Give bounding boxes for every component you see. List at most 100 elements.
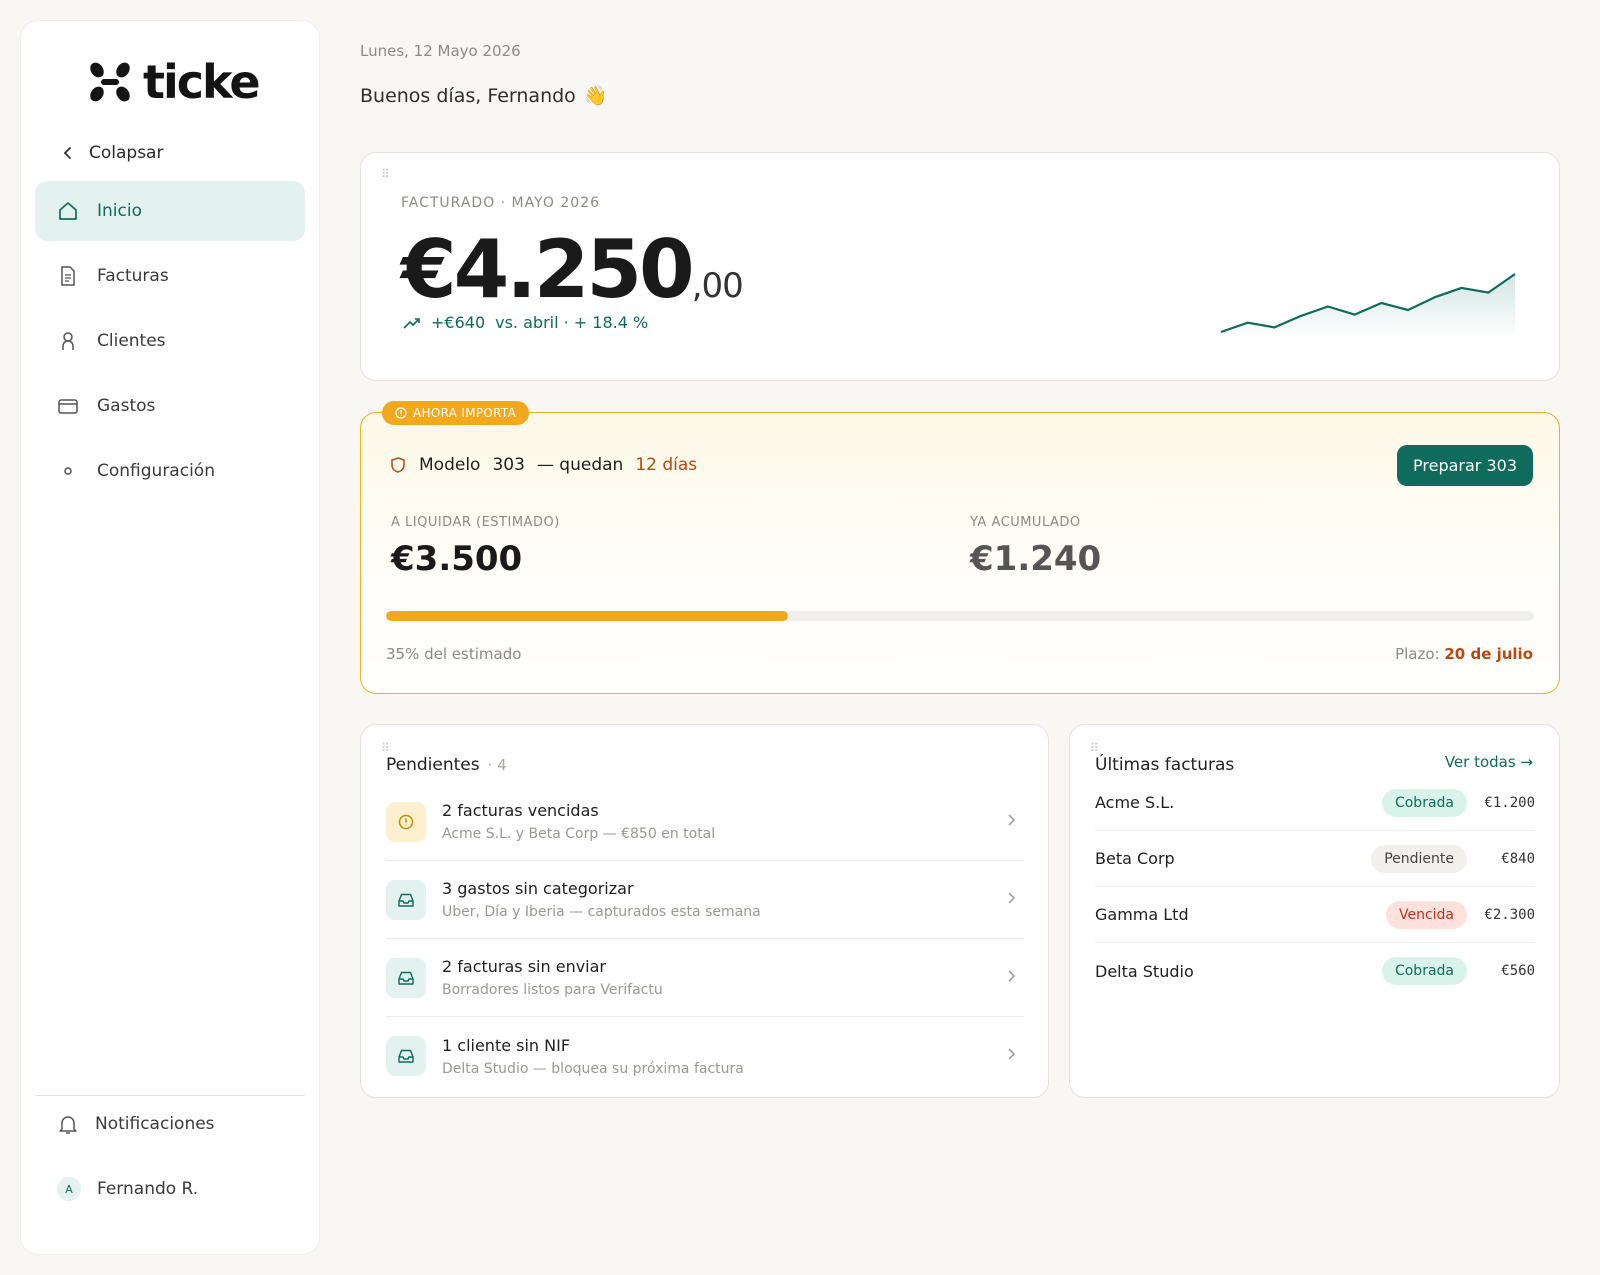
sidebar-item-gastos[interactable]: Gastos	[35, 376, 305, 436]
invoices-card: ⠿ Últimas facturas Ver todas → Acme S.L.…	[1069, 724, 1560, 1098]
revenue-delta: +€640 vs. abril · + 18.4 %	[403, 313, 648, 332]
pending-title-text: Pendientes	[386, 755, 480, 775]
notifications-label: Notificaciones	[95, 1114, 215, 1134]
pending-list: 2 facturas vencidas Acme S.L. y Beta Cor…	[386, 783, 1024, 1095]
inbox-icon	[386, 1036, 426, 1076]
user-menu[interactable]: A Fernando R.	[57, 1177, 198, 1201]
dot-icon	[64, 467, 72, 475]
status-badge: Cobrada	[1381, 957, 1467, 985]
revenue-label: FACTURADO · MAYO 2026	[401, 195, 601, 211]
tax-progress-bar	[386, 611, 1534, 621]
tax-days-left: 12 días	[635, 455, 698, 475]
pending-item-sub: Acme S.L. y Beta Corp — €850 en total	[442, 826, 716, 842]
inbox-icon	[386, 957, 426, 998]
pending-item-sub: Uber, Día y Iberia — capturados esta sem…	[442, 904, 761, 920]
accumulated-label: YA ACUMULADO	[970, 515, 1081, 530]
pending-item-sub: Delta Studio — bloquea su próxima factur…	[442, 1060, 744, 1077]
pending-item-sub: Borradores listos para Verifactu	[442, 982, 663, 998]
sparkline-area	[1221, 274, 1515, 338]
tax-title: Modelo 303 — quedan 12 días	[389, 455, 697, 475]
chevron-right-icon	[1008, 892, 1016, 904]
pending-count: · 4	[487, 756, 507, 774]
prepare-303-button[interactable]: Preparar 303	[1397, 445, 1533, 486]
revenue-delta-amount: +€640	[431, 313, 486, 332]
sidebar-item-clientes[interactable]: Clientes	[35, 311, 305, 371]
list-item[interactable]: 1 cliente sin NIF Delta Studio — bloquea…	[386, 1017, 1024, 1095]
sidebar-item-label: Configuración	[97, 461, 215, 481]
user-name: Fernando R.	[97, 1179, 199, 1199]
invoice-client: Beta Corp	[1095, 849, 1175, 868]
revenue-amount: €4.250 ,00	[401, 223, 744, 316]
collapse-label: Colapsar	[89, 143, 164, 163]
status-badge: Cobrada	[1381, 788, 1467, 817]
tax-card: AHORA IMPORTA Modelo 303 — quedan 12 día…	[360, 401, 1560, 694]
greeting: Buenos días, Fernando 👋	[360, 84, 608, 108]
tax-progress-fill	[386, 611, 788, 621]
sidebar-item-inicio[interactable]: Inicio	[35, 181, 305, 241]
trend-up-icon	[403, 317, 420, 329]
sidebar-nav: Inicio Facturas Clientes Gastos Configur…	[35, 181, 305, 506]
drag-handle-icon[interactable]: ⠿	[381, 168, 390, 180]
pending-item-title: 3 gastos sin categorizar	[442, 879, 634, 898]
invoice-amount: €840	[1501, 850, 1535, 867]
pending-item-title: 1 cliente sin NIF	[442, 1035, 571, 1055]
list-item[interactable]: 2 facturas vencidas Acme S.L. y Beta Cor…	[386, 783, 1024, 861]
revenue-sparkline	[1220, 273, 1516, 338]
home-icon	[59, 202, 77, 220]
accumulated-value: €1.240	[970, 539, 1102, 579]
drag-handle-icon[interactable]: ⠿	[1090, 742, 1099, 754]
pending-item-title: 2 facturas vencidas	[442, 801, 599, 820]
invoice-client: Gamma Ltd	[1095, 905, 1189, 924]
invoice-client: Delta Studio	[1095, 961, 1194, 981]
wave-emoji: 👋	[583, 85, 608, 107]
avatar: A	[57, 1177, 81, 1201]
revenue-amount-cents: ,00	[691, 266, 744, 306]
sidebar-item-label: Facturas	[97, 266, 169, 286]
invoice-client: Acme S.L.	[1095, 793, 1175, 812]
invoices-title: Últimas facturas	[1095, 755, 1235, 775]
greeting-text: Buenos días, Fernando	[360, 84, 576, 107]
chevron-right-icon	[1008, 814, 1016, 826]
table-row[interactable]: Gamma Ltd Vencida €2.300	[1095, 887, 1535, 943]
revenue-delta-text: vs. abril · + 18.4 %	[495, 313, 649, 332]
pending-card: ⠿ Pendientes · 4 2 facturas vencidas Acm…	[360, 724, 1049, 1098]
chevron-right-icon	[1008, 970, 1016, 982]
notifications-button[interactable]: Notificaciones	[57, 1113, 215, 1135]
table-row[interactable]: Delta Studio Cobrada €560	[1095, 943, 1535, 999]
chevron-right-icon	[1008, 1048, 1016, 1060]
progress-text: 35% del estimado	[386, 645, 522, 663]
chevron-left-icon	[63, 147, 71, 159]
sidebar-divider	[35, 1095, 305, 1096]
table-row[interactable]: Acme S.L. Cobrada €1.200	[1095, 775, 1535, 831]
document-icon	[61, 266, 75, 286]
current-date: Lunes, 12 Mayo 2026	[360, 42, 521, 60]
alert-icon	[395, 407, 407, 419]
drag-handle-icon[interactable]: ⠿	[381, 742, 390, 754]
list-item[interactable]: 3 gastos sin categorizar Uber, Día y Ibe…	[386, 861, 1024, 939]
logo[interactable]: ticke	[87, 59, 261, 105]
sidebar-item-label: Clientes	[97, 331, 166, 351]
status-badge: Pendiente	[1371, 844, 1467, 873]
priority-pill-label: AHORA IMPORTA	[413, 406, 517, 420]
see-all-link[interactable]: Ver todas →	[1445, 753, 1533, 771]
sidebar-item-facturas[interactable]: Facturas	[35, 246, 305, 306]
deadline-label: Plazo:	[1395, 645, 1440, 663]
list-item[interactable]: 2 facturas sin enviar Borradores listos …	[386, 939, 1024, 1017]
sidebar-item-configuracion[interactable]: Configuración	[35, 441, 305, 501]
collapse-button[interactable]: Colapsar	[61, 143, 163, 163]
revenue-amount-main: €4.250	[401, 223, 695, 316]
invoice-amount: €1.200	[1484, 794, 1535, 811]
sidebar-item-label: Gastos	[97, 396, 156, 416]
sidebar-item-label: Inicio	[97, 201, 142, 221]
deadline-date: 20 de julio	[1444, 645, 1533, 663]
invoice-amount: €560	[1501, 963, 1535, 979]
alert-icon	[386, 801, 426, 842]
tax-title-mid: — quedan	[536, 455, 624, 475]
logo-mark-icon	[90, 62, 130, 102]
tax-title-number: 303	[492, 455, 525, 475]
table-row[interactable]: Beta Corp Pendiente €840	[1095, 831, 1535, 887]
deadline: Plazo: 20 de julio	[1395, 645, 1533, 663]
to-pay-value: €3.500	[391, 539, 523, 579]
bell-icon	[59, 1116, 77, 1134]
user-icon	[62, 332, 74, 350]
